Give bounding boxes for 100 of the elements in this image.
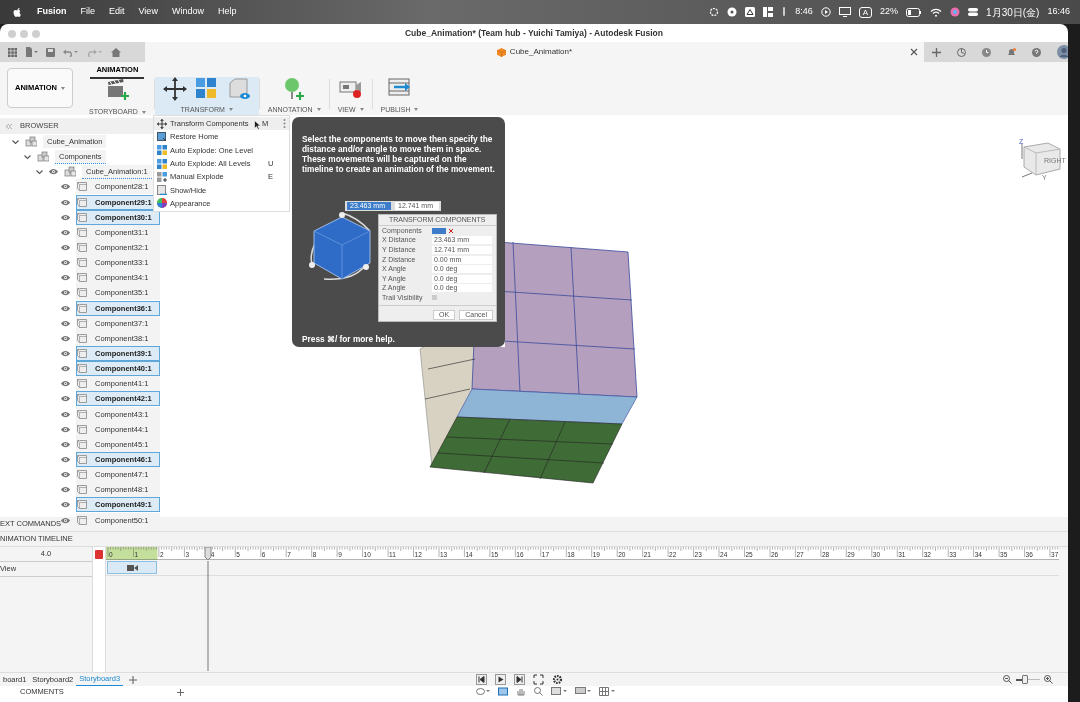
component-icon [77,318,87,328]
menu-item[interactable]: Window [164,5,211,19]
add-icon[interactable] [129,675,138,684]
zoom-out-icon[interactable] [1003,675,1012,684]
zoom-icon[interactable] [534,687,543,696]
component-icon [77,303,87,313]
chevron-icon[interactable] [12,138,19,145]
eye-icon[interactable] [61,350,70,358]
eye-icon[interactable] [61,471,70,479]
play-icon[interactable] [495,674,506,685]
eye-icon[interactable] [61,319,70,327]
component-icon [77,273,87,283]
eye-icon[interactable] [61,304,70,312]
input-mode-indicator[interactable]: A [858,6,873,18]
component-icon [77,227,87,237]
wifi-icon[interactable] [930,7,943,17]
clock-icon[interactable] [982,47,991,57]
battery-percent: 22% [880,5,899,19]
save-icon[interactable] [46,47,55,57]
close-icon[interactable] [910,48,918,56]
app-name-menu[interactable]: Fusion [30,5,74,19]
undo-icon[interactable] [63,47,79,57]
skip-end-icon[interactable] [514,674,525,685]
color-circle-icon[interactable] [950,7,961,17]
eye-icon[interactable] [61,228,70,236]
component-icon [77,258,87,268]
document-cube-icon [496,47,506,57]
circle-icon[interactable] [727,7,738,17]
assembly-icon [25,136,37,148]
eye-icon[interactable] [61,425,70,433]
eye-icon[interactable] [61,274,70,282]
eye-icon[interactable] [61,198,70,206]
eye-icon[interactable] [61,456,70,463]
display-icon[interactable] [838,7,851,17]
move-arrows-icon[interactable] [162,76,187,101]
menu-item[interactable]: Help [210,5,244,19]
component-icon [77,500,87,510]
eye-icon[interactable] [61,289,70,297]
chevron-icon[interactable] [24,153,31,160]
window-title: Cube_Animation* (Team hub - Yuichi Tamiya) - Autodesk Fusion [405,26,663,40]
display-settings-icon[interactable] [575,687,591,696]
caret-icon [414,108,419,112]
skip-start-icon[interactable] [476,674,487,685]
clapboard-icon[interactable] [105,78,130,103]
fullscreen-icon[interactable] [533,674,544,685]
chevron-icon[interactable] [36,168,43,175]
time-text: 16:46 [1047,5,1070,19]
close-icon [449,228,453,233]
plus-icon[interactable] [932,47,941,57]
component-icon [77,182,87,192]
avatar-icon[interactable] [1057,45,1068,59]
eye-icon[interactable] [61,440,70,448]
document-tab[interactable]: Cube_Animation* [496,46,573,58]
bell-icon[interactable] [1007,47,1016,57]
file-icon[interactable] [25,47,38,57]
grid-settings-icon[interactable] [599,687,615,696]
camera-clip[interactable] [107,561,157,574]
play-circle-icon[interactable] [820,7,831,17]
cube-eye-icon[interactable] [226,76,251,101]
eye-icon[interactable] [61,410,70,418]
eye-icon[interactable] [61,213,70,221]
eye-icon[interactable] [61,395,70,403]
triangle-icon[interactable] [745,7,756,17]
layout-icon[interactable] [763,7,774,17]
component-icon [77,424,87,434]
grid-icon[interactable] [8,47,17,57]
start-marker-icon[interactable] [95,550,103,559]
add-icon[interactable] [177,688,184,696]
caret-icon [316,108,321,112]
cubes-icon[interactable] [194,76,219,101]
zoom-slider-thumb[interactable] [1022,675,1029,684]
component-icon [77,379,87,389]
caret-icon [359,108,364,112]
eye-icon[interactable] [61,486,70,494]
component-icon [77,333,87,343]
clock-text: 8:46 [795,5,813,19]
help-icon[interactable] [1032,47,1041,57]
eye-icon[interactable] [61,183,70,191]
menu-item[interactable]: View [131,5,165,19]
eye-icon[interactable] [61,259,70,267]
eye-icon[interactable] [61,501,70,509]
cursor-icon [254,120,261,130]
pin-icon[interactable] [282,76,307,101]
menu-item[interactable]: Edit [102,5,132,19]
eye-icon[interactable] [61,380,70,388]
eye-icon[interactable] [61,365,70,373]
settings-icon[interactable] [552,674,563,685]
eye-icon[interactable] [61,334,70,342]
home-box-icon [157,131,167,142]
zoom-in-icon[interactable] [1044,675,1053,684]
caret-icon [228,108,233,112]
component-icon [77,485,87,495]
more-icon[interactable] [283,119,286,129]
display-mode-icon[interactable] [551,687,567,696]
document-tab-title: Cube_Animation* [509,46,573,58]
menu-item[interactable]: File [73,5,102,19]
home-icon[interactable] [111,47,121,57]
eye-icon[interactable] [61,244,70,252]
eye-icon[interactable] [49,168,58,176]
component-group-icon [64,166,76,178]
